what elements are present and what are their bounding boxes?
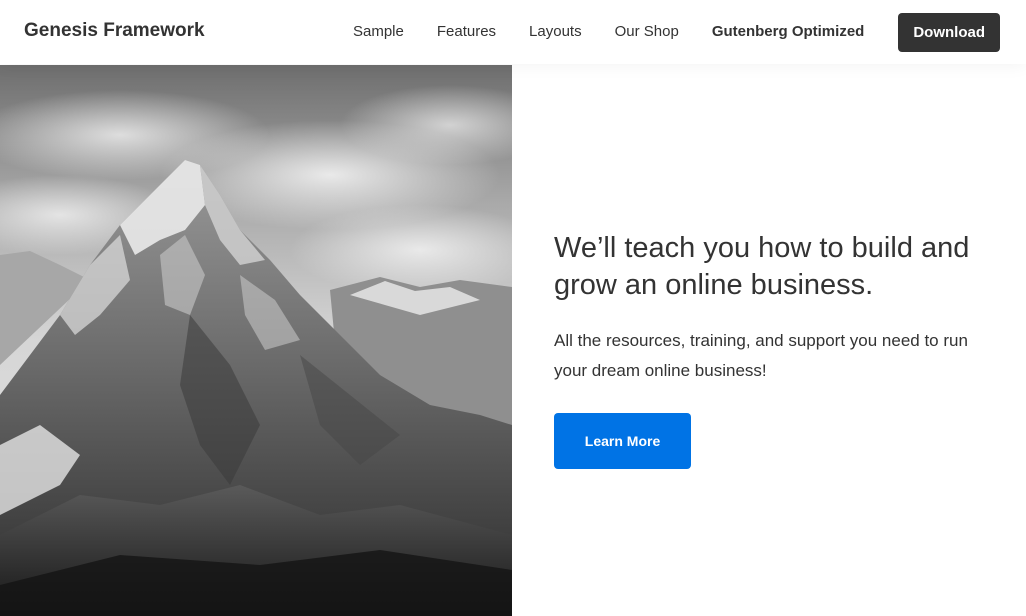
primary-nav: Sample Features Layouts Our Shop Gutenbe…	[320, 0, 1000, 64]
hero-description: All the resources, training, and support…	[554, 331, 968, 380]
nav-item-sample[interactable]: Sample	[353, 22, 404, 42]
mountain-photo	[0, 65, 512, 616]
hero-content: We’ll teach you how to build and grow an…	[554, 230, 994, 469]
learn-more-button[interactable]: Learn More	[554, 413, 691, 469]
nav-item-features[interactable]: Features	[437, 22, 496, 42]
site-title[interactable]: Genesis Framework	[24, 18, 205, 44]
download-button[interactable]: Download	[898, 12, 1000, 52]
site-header: Genesis Framework Sample Features Layout…	[0, 0, 1026, 64]
hero-mountain-image	[0, 65, 512, 616]
nav-item-layouts[interactable]: Layouts	[529, 22, 582, 42]
nav-item-our-shop[interactable]: Our Shop	[615, 22, 679, 42]
hero-title: We’ll teach you how to build and grow an…	[554, 232, 970, 301]
nav-item-gutenberg-optimized[interactable]: Gutenberg Optimized	[712, 22, 865, 42]
